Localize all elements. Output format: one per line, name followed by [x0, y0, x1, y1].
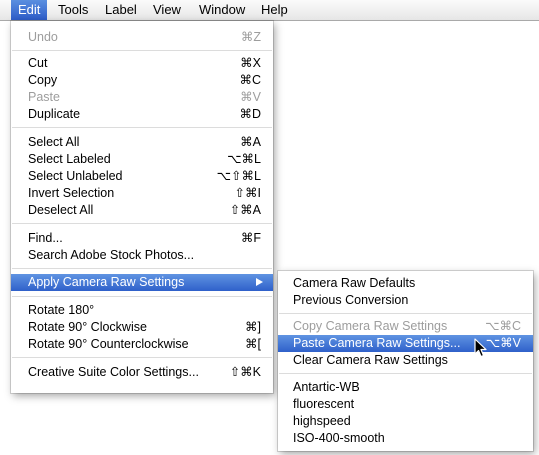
- menu-item-label: Antartic-WB: [293, 380, 360, 394]
- menu-item-rotate-180[interactable]: Rotate 180°: [11, 302, 273, 319]
- submenu-item-previous-conversion[interactable]: Previous Conversion: [278, 292, 533, 309]
- menu-separator: [12, 357, 272, 358]
- menu-item-label: Paste Camera Raw Settings...: [293, 336, 461, 350]
- menu-item-shortcut: ⇧⌘K: [229, 365, 261, 379]
- menu-item-label: Previous Conversion: [293, 293, 409, 307]
- submenu-arrow-icon: [256, 278, 263, 286]
- menu-item-select-labeled[interactable]: Select Labeled ⌥⌘L: [11, 151, 273, 168]
- submenu-item-clear-camera-raw-settings[interactable]: Clear Camera Raw Settings: [278, 352, 533, 369]
- submenu-item-camera-raw-defaults[interactable]: Camera Raw Defaults: [278, 275, 533, 292]
- menu-item-select-unlabeled[interactable]: Select Unlabeled ⌥⇧⌘L: [11, 168, 273, 185]
- menu-item-duplicate[interactable]: Duplicate ⌘D: [11, 106, 273, 123]
- menu-bar: Edit Tools Label View Window Help: [0, 0, 539, 21]
- menu-item-label: Copy Camera Raw Settings: [293, 319, 448, 333]
- menu-item-shortcut: ⌘D: [239, 107, 261, 121]
- submenu-item-preset[interactable]: highspeed: [278, 413, 533, 430]
- menu-item-apply-camera-raw-settings[interactable]: Apply Camera Raw Settings: [11, 274, 273, 291]
- menu-separator: [12, 50, 272, 51]
- submenu-item-preset[interactable]: Antartic-WB: [278, 379, 533, 396]
- menu-item-select-all[interactable]: Select All ⌘A: [11, 134, 273, 151]
- menubar-window[interactable]: Window: [192, 0, 252, 20]
- menubar-tools[interactable]: Tools: [51, 0, 95, 20]
- menu-separator: [12, 127, 272, 128]
- menu-item-label: Rotate 180°: [28, 303, 95, 317]
- menu-item-shortcut: ⇧⌘I: [234, 186, 261, 200]
- menu-item-creative-suite-color-settings[interactable]: Creative Suite Color Settings... ⇧⌘K: [11, 364, 273, 381]
- menu-item-shortcut: ⌘V: [240, 90, 261, 104]
- menu-item-search-stock-photos[interactable]: Search Adobe Stock Photos...: [11, 247, 273, 264]
- menu-item-paste[interactable]: Paste ⌘V: [11, 89, 273, 106]
- menubar-edit[interactable]: Edit: [11, 0, 48, 20]
- menu-item-label: Duplicate: [28, 107, 81, 121]
- menu-item-label: Select All: [28, 135, 80, 149]
- menubar-view[interactable]: View: [146, 0, 188, 20]
- menu-item-label: Undo: [28, 30, 58, 44]
- menu-item-label: Invert Selection: [28, 186, 115, 200]
- menu-item-label: Paste: [28, 90, 60, 104]
- menu-item-label: Apply Camera Raw Settings: [28, 275, 185, 289]
- menu-item-label: fluorescent: [293, 397, 355, 411]
- menu-item-shortcut: ⌘]: [245, 320, 261, 334]
- menu-item-copy[interactable]: Copy ⌘C: [11, 72, 273, 89]
- menu-item-undo[interactable]: Undo ⌘Z: [11, 29, 273, 46]
- menu-item-label: Find...: [28, 231, 63, 245]
- menu-item-shortcut: ⌥⌘L: [227, 152, 261, 166]
- menu-separator: [12, 296, 272, 297]
- menu-item-label: Camera Raw Defaults: [293, 276, 416, 290]
- menu-item-find[interactable]: Find... ⌘F: [11, 230, 273, 247]
- menu-item-label: Select Unlabeled: [28, 169, 123, 183]
- menu-item-label: ISO-400-smooth: [293, 431, 385, 445]
- submenu-item-preset[interactable]: fluorescent: [278, 396, 533, 413]
- menu-separator: [279, 313, 532, 314]
- menu-item-label: Clear Camera Raw Settings: [293, 353, 448, 367]
- edit-menu: Undo ⌘Z Cut ⌘X Copy ⌘C Paste ⌘V Duplicat…: [11, 21, 273, 393]
- menu-separator: [279, 373, 532, 374]
- menu-item-label: Deselect All: [28, 203, 94, 217]
- menu-item-cut[interactable]: Cut ⌘X: [11, 55, 273, 72]
- menu-item-label: Copy: [28, 73, 58, 87]
- menubar-label[interactable]: Label: [98, 0, 144, 20]
- menu-item-label: Cut: [28, 56, 48, 70]
- menu-item-shortcut: ⌘C: [239, 73, 261, 87]
- menu-separator: [12, 223, 272, 224]
- menu-item-label: Search Adobe Stock Photos...: [28, 248, 195, 262]
- submenu-item-preset[interactable]: ISO-400-smooth: [278, 430, 533, 447]
- menu-item-shortcut: ⌥⌘V: [485, 336, 521, 350]
- menu-item-shortcut: ⌘Z: [240, 30, 261, 44]
- menu-item-shortcut: ⌘[: [245, 337, 261, 351]
- menu-item-shortcut: ⌘F: [240, 231, 261, 245]
- menu-item-label: Rotate 90° Clockwise: [28, 320, 147, 334]
- mouse-pointer-icon: [474, 338, 487, 358]
- menu-item-label: highspeed: [293, 414, 351, 428]
- submenu-item-copy-camera-raw-settings[interactable]: Copy Camera Raw Settings ⌥⌘C: [278, 318, 533, 335]
- menu-item-shortcut: ⌘A: [240, 135, 261, 149]
- menu-separator: [12, 268, 272, 269]
- menubar-help[interactable]: Help: [254, 0, 295, 20]
- menu-item-rotate-counterclockwise[interactable]: Rotate 90° Counterclockwise ⌘[: [11, 336, 273, 353]
- menu-item-label: Creative Suite Color Settings...: [28, 365, 199, 379]
- menu-item-shortcut: ⌘X: [240, 56, 261, 70]
- submenu-item-paste-camera-raw-settings[interactable]: Paste Camera Raw Settings... ⌥⌘V: [278, 335, 533, 352]
- menu-item-shortcut: ⌥⇧⌘L: [216, 169, 261, 183]
- menu-item-deselect-all[interactable]: Deselect All ⇧⌘A: [11, 202, 273, 219]
- menu-item-rotate-clockwise[interactable]: Rotate 90° Clockwise ⌘]: [11, 319, 273, 336]
- menu-item-label: Rotate 90° Counterclockwise: [28, 337, 189, 351]
- menu-item-label: Select Labeled: [28, 152, 111, 166]
- menu-item-shortcut: ⌥⌘C: [485, 319, 521, 333]
- menu-item-invert-selection[interactable]: Invert Selection ⇧⌘I: [11, 185, 273, 202]
- menu-item-shortcut: ⇧⌘A: [229, 203, 261, 217]
- camera-raw-submenu: Camera Raw Defaults Previous Conversion …: [278, 271, 533, 451]
